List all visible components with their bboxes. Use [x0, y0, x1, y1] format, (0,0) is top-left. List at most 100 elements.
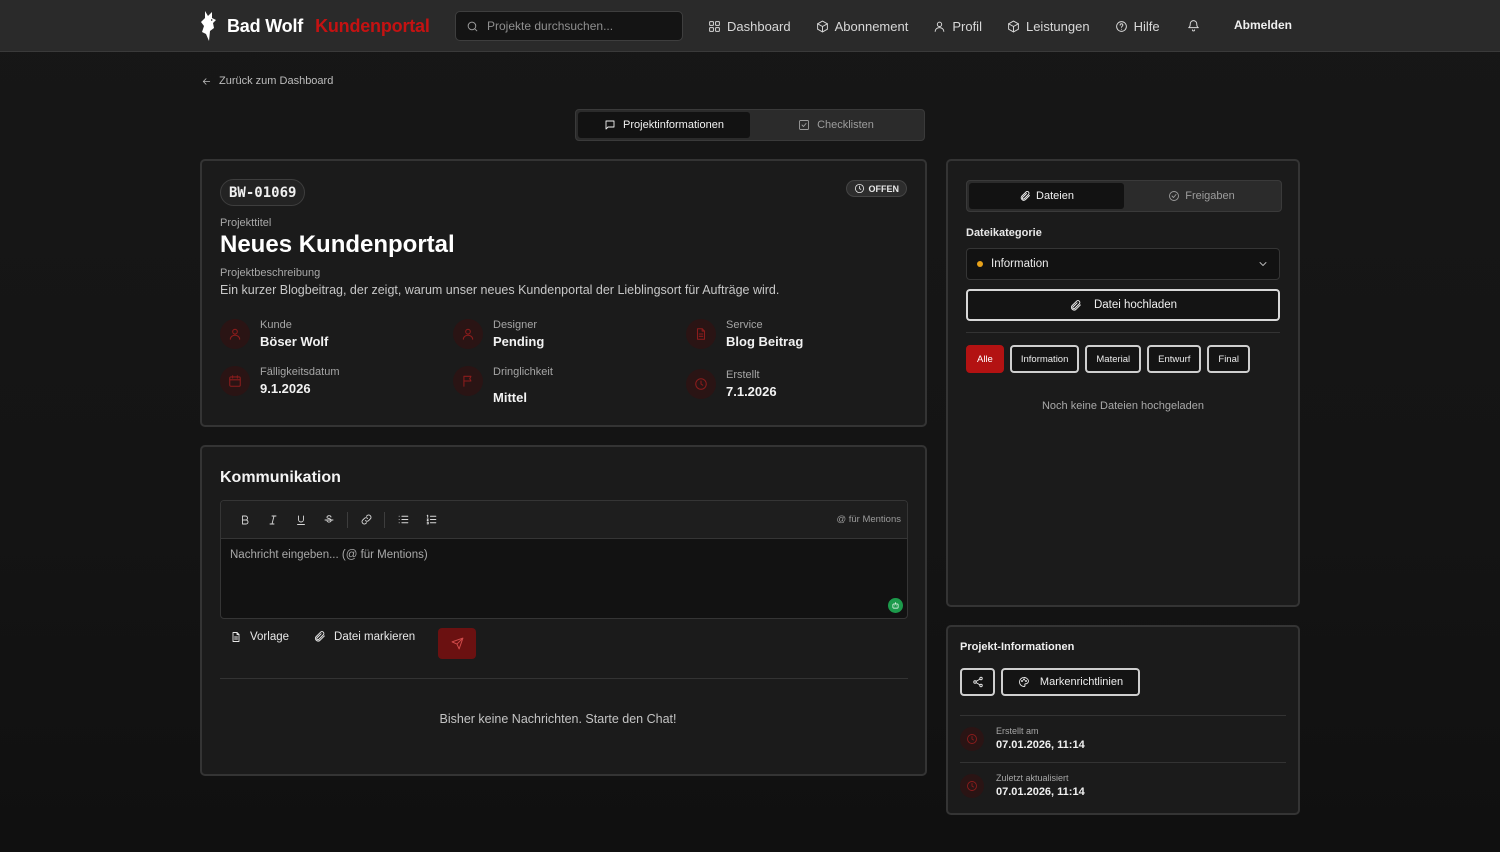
nav-subscription[interactable]: Abonnement — [816, 18, 909, 34]
filter-material[interactable]: Material — [1085, 345, 1142, 373]
priority-value: Mittel — [493, 390, 527, 405]
bullet-list-button[interactable] — [389, 508, 417, 532]
numbered-list-button[interactable] — [417, 508, 445, 532]
project-details-card: BW-01069 OFFEN Projekttitel Neues Kunden… — [200, 159, 927, 427]
share-icon — [972, 676, 984, 688]
message-input[interactable]: Nachricht eingeben... (@ für Mentions) — [230, 549, 428, 561]
priority-label: Dringlichkeit — [493, 366, 553, 378]
nav-help-label: Hilfe — [1133, 18, 1160, 34]
filter-information[interactable]: Information — [1009, 345, 1080, 373]
file-filters: Alle Information Material Entwurf Final — [966, 345, 1250, 373]
filter-all[interactable]: Alle — [966, 345, 1004, 373]
toolbar-divider — [384, 511, 385, 528]
editor-toolbar: @ für Mentions — [221, 501, 907, 539]
link-button[interactable] — [352, 508, 380, 532]
project-info-title: Projekt-Informationen — [960, 641, 1075, 653]
project-id-badge: BW-01069 — [220, 179, 306, 206]
nav-profile[interactable]: Profil — [933, 19, 982, 34]
clock-icon — [686, 369, 716, 399]
tab-files[interactable]: Dateien — [969, 183, 1124, 209]
due-label: Fälligkeitsdatum — [260, 366, 340, 378]
template-label: Vorlage — [250, 630, 290, 643]
tab-checklists[interactable]: Checklisten — [750, 112, 922, 138]
status-label: OFFEN — [868, 183, 900, 194]
nav-services[interactable]: Leistungen — [1007, 19, 1090, 34]
nav-services-label: Leistungen — [1025, 18, 1090, 34]
tab-approvals[interactable]: Freigaben — [1124, 183, 1279, 209]
meta-customer: Kunde Böser Wolf — [220, 319, 328, 349]
grid-icon — [708, 20, 721, 33]
chevron-down-icon — [1257, 258, 1269, 270]
back-link-label: Zurück zum Dashboard — [219, 75, 334, 87]
mark-file-button[interactable]: Datei markieren — [313, 630, 415, 643]
project-title-label: Projekttitel — [220, 217, 272, 229]
info-updated-row: Zuletzt aktualisiert 07.01.2026, 11:14 — [960, 773, 1085, 798]
project-description: Ein kurzer Blogbeitrag, der zeigt, warum… — [220, 283, 780, 297]
user-icon — [933, 20, 946, 33]
project-info-card: Projekt-Informationen Markenrichtlinien … — [946, 625, 1300, 815]
brand-accent: Kundenportal — [315, 15, 430, 36]
project-description-label: Projektbeschreibung — [220, 267, 321, 279]
brand[interactable]: Bad Wolf Kundenportal — [199, 10, 430, 42]
designer-label: Designer — [493, 319, 538, 331]
tab-project-info[interactable]: Projektinformationen — [578, 112, 750, 138]
link-icon — [360, 513, 373, 526]
strikethrough-button[interactable] — [315, 508, 343, 532]
meta-created: Erstellt 7.1.2026 — [686, 369, 777, 399]
underline-button[interactable] — [287, 508, 315, 532]
list-ordered-icon — [425, 513, 438, 526]
user-icon — [220, 319, 250, 349]
bold-button[interactable] — [231, 508, 259, 532]
files-tabs: Dateien Freigaben — [966, 180, 1282, 212]
toolbar-divider — [347, 511, 348, 528]
info-created-row: Erstellt am 07.01.2026, 11:14 — [960, 726, 1085, 751]
upload-file-button[interactable]: Datei hochladen — [966, 289, 1280, 321]
divider — [220, 678, 908, 679]
tab-approvals-label: Freigaben — [1185, 190, 1235, 202]
back-to-dashboard-link[interactable]: Zurück zum Dashboard — [201, 75, 333, 87]
underline-icon — [295, 514, 307, 526]
file-category-label: Dateikategorie — [966, 227, 1042, 239]
top-navigation-bar: Bad Wolf Kundenportal Dashboard Abonnemen… — [0, 0, 1500, 52]
nav-dashboard-label: Dashboard — [727, 18, 791, 34]
package-icon — [816, 20, 829, 33]
paperclip-icon — [1069, 299, 1082, 312]
nav-dashboard[interactable]: Dashboard — [708, 19, 791, 34]
send-button[interactable] — [438, 628, 476, 659]
search-input[interactable] — [487, 19, 667, 33]
customer-value: Böser Wolf — [260, 334, 329, 349]
brand-name: Bad Wolf — [227, 15, 304, 36]
file-category-select[interactable]: Information — [966, 248, 1280, 280]
meta-service: Service Blog Beitrag — [686, 319, 803, 349]
logout-button[interactable]: Abmelden — [1234, 18, 1292, 32]
nav-profile-label: Profil — [952, 18, 982, 34]
divider — [960, 715, 1286, 716]
communication-card: Kommunikation @ für Mentions Nachricht e… — [200, 445, 927, 776]
nav-subscription-label: Abonnement — [834, 18, 909, 34]
mention-hint: @ für Mentions — [836, 514, 901, 525]
file-category-value: Information — [991, 258, 1049, 270]
notifications-bell-icon[interactable] — [1187, 19, 1200, 32]
template-button[interactable]: Vorlage — [230, 631, 289, 643]
italic-button[interactable] — [259, 508, 287, 532]
created-label: Erstellt — [726, 369, 760, 381]
filter-final[interactable]: Final — [1207, 345, 1250, 373]
divider — [960, 762, 1286, 763]
nav-help[interactable]: Hilfe — [1115, 19, 1160, 34]
share-button[interactable] — [960, 668, 995, 696]
project-tabs: Projektinformationen Checklisten — [575, 109, 925, 141]
communication-title: Kommunikation — [220, 469, 341, 486]
strikethrough-icon — [323, 514, 335, 526]
brand-guidelines-button[interactable]: Markenrichtlinien — [1001, 668, 1140, 696]
user-icon — [453, 319, 483, 349]
info-created-label: Erstellt am — [996, 726, 1039, 736]
empty-files-text: Noch keine Dateien hochgeladen — [1041, 400, 1205, 412]
search-box[interactable] — [455, 11, 683, 41]
filter-draft[interactable]: Entwurf — [1147, 345, 1202, 373]
status-badge: OFFEN — [845, 180, 907, 197]
info-updated-label: Zuletzt aktualisiert — [996, 773, 1069, 783]
help-circle-icon — [1115, 20, 1128, 33]
bot-assistant-icon[interactable] — [888, 598, 903, 613]
due-value: 9.1.2026 — [260, 381, 311, 396]
file-text-icon — [686, 319, 716, 349]
